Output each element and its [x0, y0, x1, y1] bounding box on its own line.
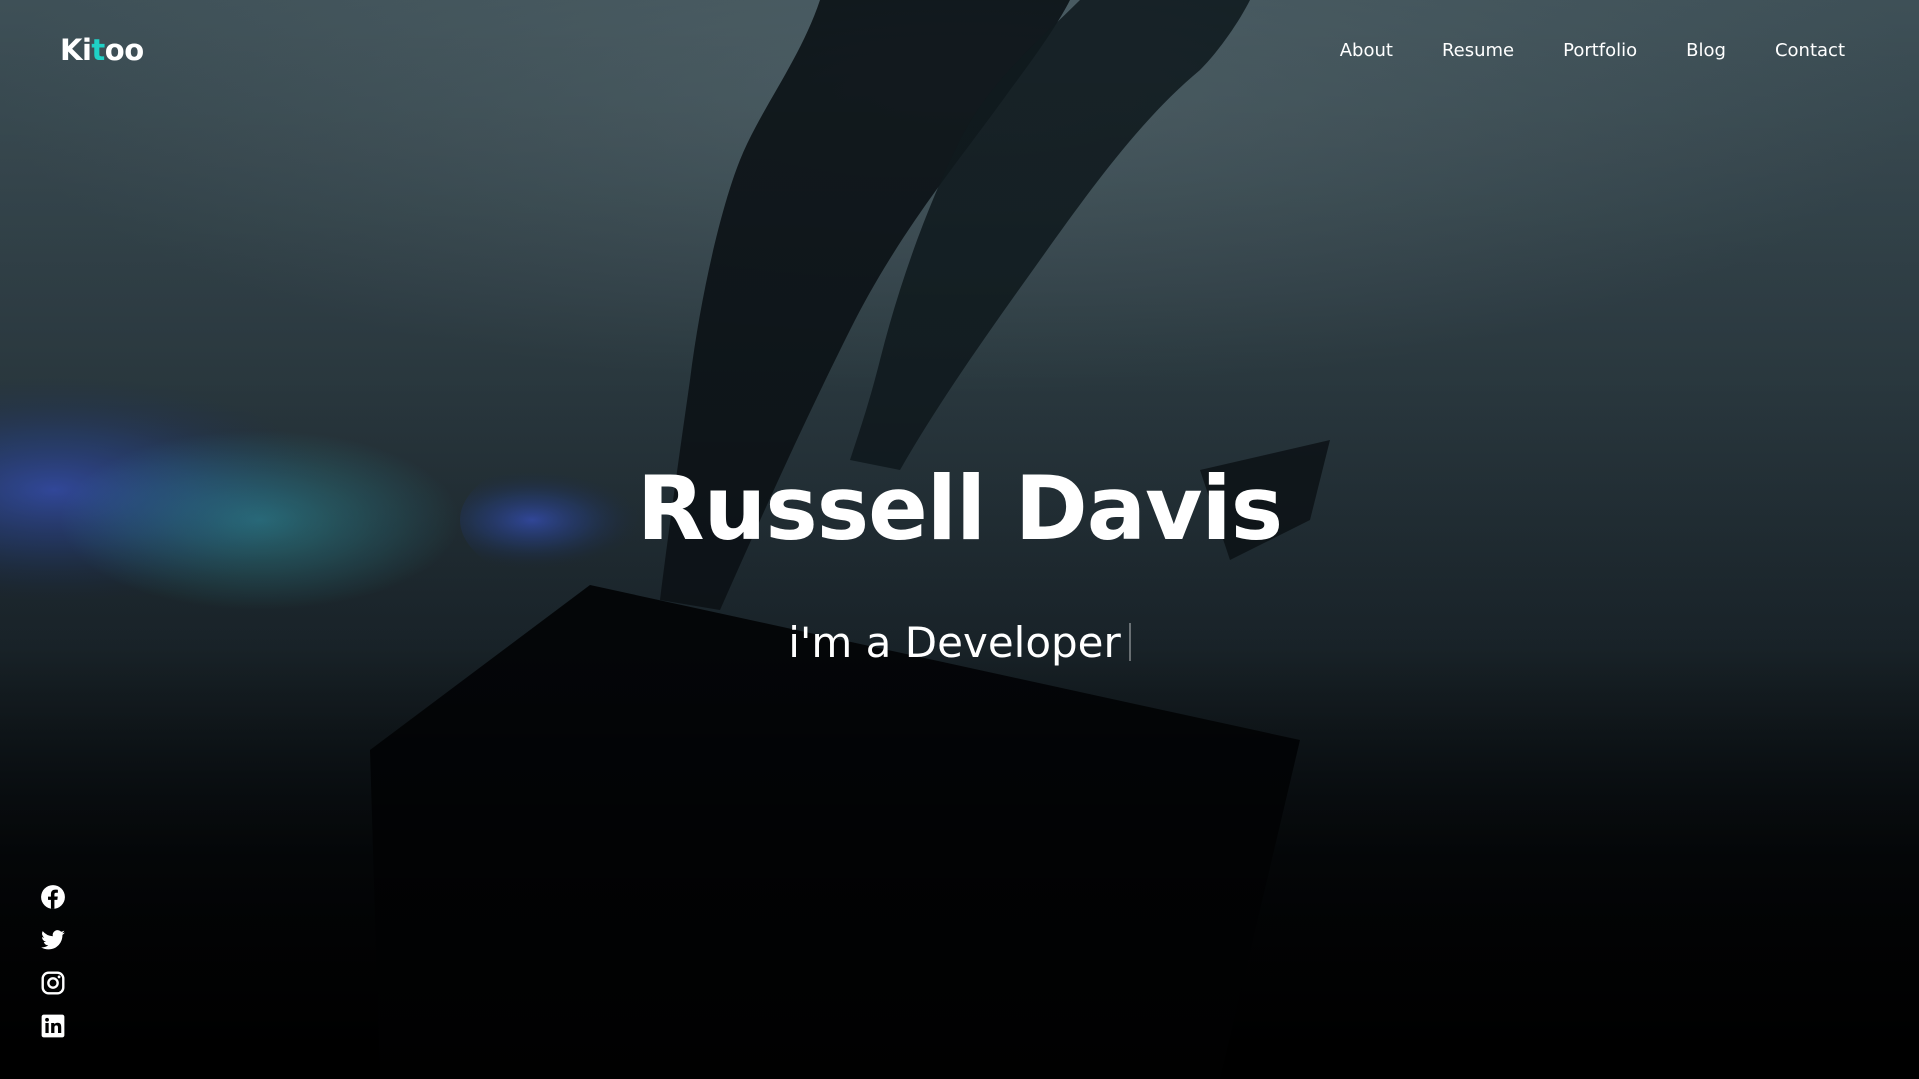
- nav-link-contact[interactable]: Contact: [1775, 40, 1845, 61]
- logo-text-start: Ki: [60, 33, 92, 67]
- site-header: Kitoo About Resume Portfolio Blog Contac…: [0, 0, 1919, 104]
- social-links: [40, 884, 66, 1039]
- linkedin-icon: [41, 1014, 65, 1038]
- facebook-icon: [41, 885, 65, 909]
- instagram-link[interactable]: [40, 970, 66, 996]
- facebook-link[interactable]: [40, 884, 66, 910]
- hero-subtitle-prefix: i'm a: [788, 618, 905, 667]
- twitter-icon: [41, 930, 65, 950]
- logo-text-end: oo: [104, 33, 144, 67]
- typing-cursor: [1128, 623, 1131, 661]
- hero-subtitle: i'm a Developer: [0, 622, 1919, 664]
- linkedin-link[interactable]: [40, 1013, 66, 1039]
- nav-link-blog[interactable]: Blog: [1686, 40, 1726, 61]
- nav-link-portfolio[interactable]: Portfolio: [1563, 40, 1637, 61]
- nav-link-about[interactable]: About: [1340, 40, 1393, 61]
- site-logo[interactable]: Kitoo: [60, 33, 144, 67]
- nav-link-resume[interactable]: Resume: [1442, 40, 1514, 61]
- instagram-icon: [41, 971, 65, 995]
- hero-typed-role: Developer: [904, 618, 1121, 667]
- main-nav: About Resume Portfolio Blog Contact: [1340, 40, 1845, 61]
- logo-text-dotted: t: [91, 33, 105, 67]
- twitter-link[interactable]: [40, 927, 66, 953]
- hero-name: Russell Davis: [636, 457, 1283, 560]
